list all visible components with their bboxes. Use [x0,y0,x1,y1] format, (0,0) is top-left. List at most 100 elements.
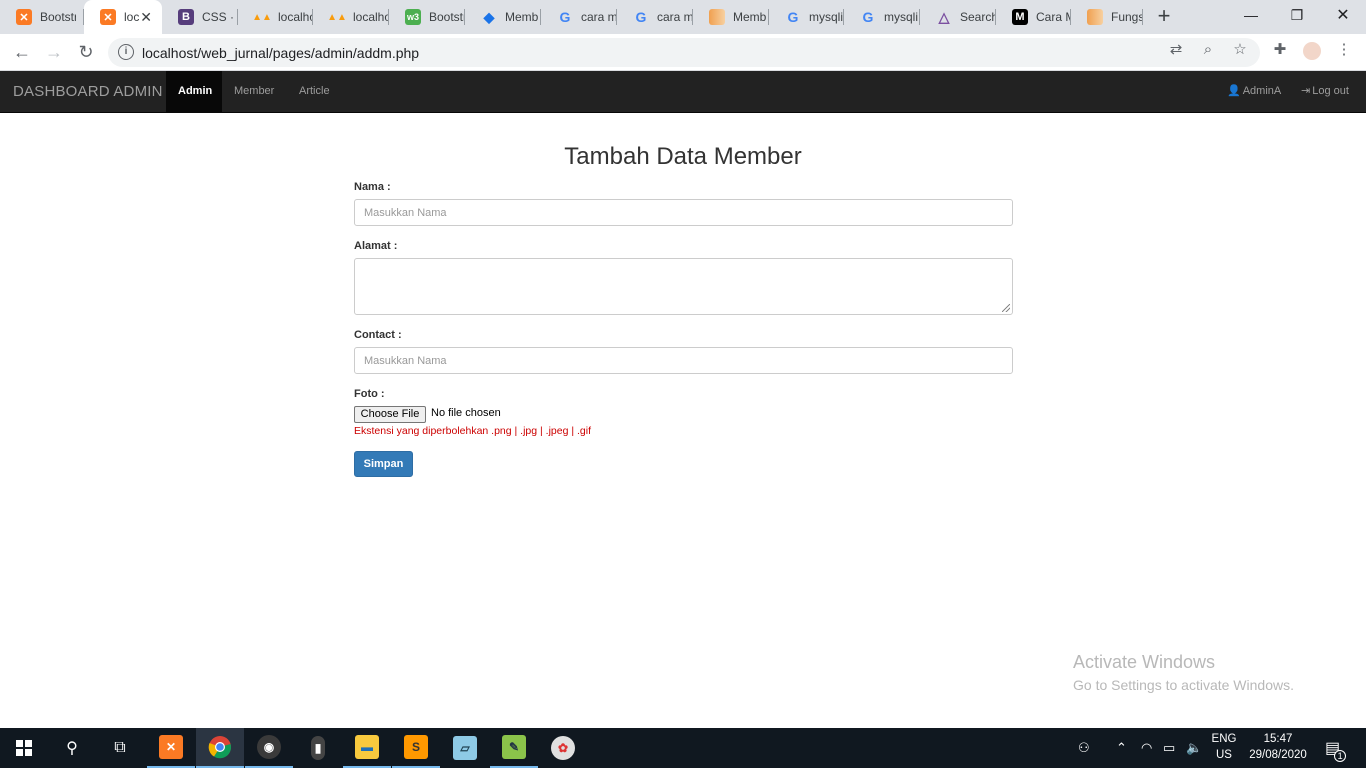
browser-tab[interactable]: Memb [693,0,769,34]
bootstrap-icon: B [178,9,194,25]
browser-toolbar: ← → ↻ i localhost/web_jurnal/pages/admin… [0,34,1366,71]
show-hidden-icons-icon[interactable]: ⌃ [1116,728,1127,768]
tab-title: CSS · B [202,10,238,24]
browser-tab[interactable]: G mysqli [844,0,920,34]
browser-tab[interactable]: ▲▲ localho [238,0,313,34]
tab-title: cara m [581,10,617,24]
new-tab-icon[interactable]: + [1152,5,1176,29]
browser-tab[interactable]: w3 Bootstr [389,0,465,34]
w3schools-icon: w3 [405,9,421,25]
browser-tab-active[interactable]: ✕ loc ✕ [84,0,162,34]
diamond-icon: ◆ [483,8,495,25]
xampp-icon: ✕ [16,9,32,25]
nav-member[interactable]: Member [222,71,286,112]
nama-input[interactable]: Masukkan Nama [354,199,1013,226]
browser-tab[interactable]: ▲▲ localho [313,0,389,34]
clock-time: 15:47 [1263,733,1293,745]
restore-icon[interactable]: ❐ [1274,0,1320,30]
browser-tab[interactable]: G mysqli [769,0,844,34]
contact-input[interactable]: Masukkan Nama [354,347,1013,374]
browser-tab[interactable]: G cara m [617,0,693,34]
tab-title: Search [960,10,996,24]
input-language[interactable]: ENG US [1208,731,1240,763]
nav-article[interactable]: Article [287,71,342,112]
reload-icon[interactable]: ↻ [74,40,98,64]
tab-title: cara m [657,10,693,24]
user-menu[interactable]: 👤 AdminA [1227,71,1281,112]
tab-title: mysqli [809,10,844,24]
sublime-text-taskbar-icon[interactable]: S [392,728,440,768]
profile-avatar-icon[interactable] [1303,42,1321,60]
google-icon: G [787,9,799,25]
tab-title: mysqli [884,10,919,24]
people-icon[interactable]: ⚇ [1078,728,1090,768]
battery-icon[interactable]: ▭ [1163,728,1175,768]
wifi-icon[interactable]: ◠ [1141,728,1152,768]
user-name: AdminA [1242,85,1282,97]
extensions-icon[interactable]: ✚ [1271,40,1289,58]
task-view-icon[interactable]: ⧉ [96,728,144,768]
bookmark-star-icon[interactable]: ☆ [1231,40,1249,58]
contact-label: Contact : [354,329,402,341]
volume-icon[interactable]: 🔈 [1186,728,1202,768]
notification-count: 1 [1334,750,1347,762]
logout-icon: ⇥ [1301,85,1311,97]
system-clock[interactable]: 15:47 29/08/2020 [1240,731,1316,763]
activate-windows-title: Activate Windows [1073,652,1216,672]
browser-tab[interactable]: △ Search [920,0,996,34]
browser-tab[interactable]: ◆ Memb [465,0,541,34]
navbar-brand[interactable]: DASHBOARD ADMIN [13,83,163,100]
foto-label: Foto : [354,388,385,400]
chrome-taskbar-icon[interactable] [196,728,244,768]
google-icon: G [635,9,647,25]
notes-app-taskbar-icon[interactable]: ▱ [441,728,489,768]
xampp-taskbar-icon[interactable]: ✕ [147,728,195,768]
alamat-textarea[interactable] [354,258,1013,315]
nama-label: Nama : [354,181,391,193]
file-explorer-taskbar-icon[interactable]: ▬ [343,728,391,768]
phpmyadmin-icon: ▲▲ [252,11,272,23]
zoom-icon[interactable]: ⌕ [1199,40,1217,58]
back-icon[interactable]: ← [10,40,34,64]
logout-label: Log out [1312,85,1349,97]
browser-tab[interactable]: G cara m [541,0,617,34]
simpan-button[interactable]: Simpan [354,451,413,477]
nav-admin[interactable]: Admin [166,71,222,112]
browser-tab[interactable]: M Cara M [996,0,1071,34]
file-status: No file chosen [431,407,501,419]
minimize-icon[interactable]: — [1228,0,1274,30]
resize-grip-icon[interactable] [1002,304,1010,312]
triangle-icon: △ [938,8,950,25]
notification-center-icon[interactable]: ▤ 1 [1325,728,1347,768]
translate-icon[interactable]: ⇄ [1167,40,1185,58]
forward-icon[interactable]: → [42,40,66,64]
tab-title: Memb [733,10,767,24]
menu-kebab-icon[interactable]: ⋮ [1335,40,1353,58]
browser-tab-strip: ✕ Bootstr ✕ loc ✕ B CSS · B ▲▲ localho ▲… [0,0,1366,34]
bookmark-icon [709,9,725,25]
choose-file-button[interactable]: Choose File [354,406,426,423]
tab-title: Bootstr [429,10,465,24]
close-window-icon[interactable]: ✕ [1320,0,1366,30]
paint-taskbar-icon[interactable]: ✿ [539,728,587,768]
media-player-taskbar-icon[interactable]: ◉ [245,728,293,768]
start-icon[interactable] [0,728,48,768]
google-icon: G [559,9,571,25]
notepad-plus-taskbar-icon[interactable]: ✎ [490,728,538,768]
medium-icon: M [1012,9,1028,25]
browser-tab[interactable]: Fungsi [1071,0,1143,34]
browser-tab[interactable]: B CSS · B [162,0,238,34]
browser-tab[interactable]: ✕ Bootstr [0,0,84,34]
mouse-app-taskbar-icon[interactable]: ▮ [294,728,342,768]
site-info-icon[interactable]: i [118,44,134,60]
search-icon[interactable]: ⚲ [48,728,96,768]
tab-title: Bootstr [40,10,76,24]
close-tab-icon[interactable]: ✕ [140,9,152,26]
address-bar[interactable]: i localhost/web_jurnal/pages/admin/addm.… [108,38,1260,67]
bookmark-icon [1087,9,1103,25]
user-icon: 👤 [1227,85,1241,97]
logout-link[interactable]: ⇥ Log out [1301,71,1349,112]
lang-code: ENG [1211,733,1237,745]
url-text[interactable]: localhost/web_jurnal/pages/admin/addm.ph… [142,45,419,61]
phpmyadmin-icon: ▲▲ [327,11,347,23]
